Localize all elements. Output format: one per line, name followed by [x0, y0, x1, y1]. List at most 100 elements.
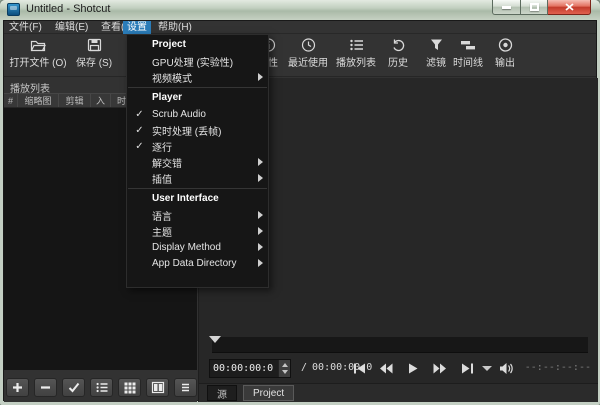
menu-item-language[interactable]: 语言	[127, 207, 268, 223]
duration-separator: /	[301, 362, 307, 373]
filters-label: 滤镜	[426, 54, 446, 69]
check-icon: ✓	[127, 109, 152, 120]
main-toolbar: 打开文件 (O) 保存 (S) 属性 最近使用 播放列表 历史	[4, 34, 596, 77]
submenu-arrow-icon	[258, 243, 263, 251]
menu-separator	[127, 85, 268, 90]
menu-help[interactable]: 帮助(H)	[154, 21, 196, 34]
recent-button[interactable]: 最近使用	[284, 38, 332, 69]
menu-edit[interactable]: 编辑(E)	[51, 21, 92, 34]
submenu-arrow-icon	[258, 73, 263, 81]
column-in[interactable]: 入	[91, 94, 111, 107]
open-file-label: 打开文件 (O)	[9, 54, 66, 69]
minimize-button[interactable]	[492, 0, 521, 15]
transport-controls	[349, 361, 477, 376]
history-button[interactable]: 历史	[380, 38, 416, 69]
menu-item-deinterlacer[interactable]: 解交错	[127, 154, 268, 170]
menu-item-app-data-directory[interactable]: App Data Directory	[127, 255, 268, 271]
minimize-icon	[502, 6, 511, 9]
submenu-arrow-icon	[258, 211, 263, 219]
menu-item-video-mode[interactable]: 视频模式	[127, 69, 268, 85]
tab-project[interactable]: Project	[243, 385, 294, 401]
view-icons-button[interactable]	[146, 378, 169, 397]
close-button[interactable]	[548, 0, 591, 15]
column-clip[interactable]: 剪辑	[59, 94, 91, 107]
menu-item-scrub-audio[interactable]: ✓ Scrub Audio	[127, 106, 268, 122]
close-icon	[565, 3, 574, 11]
menu-item-realtime[interactable]: ✓ 实时处理 (丢帧)	[127, 122, 268, 138]
playlist-button[interactable]: 播放列表	[332, 38, 380, 69]
menubar: 文件(F) 编辑(E) 查看(V) 设置 帮助(H)	[4, 21, 596, 34]
playlist-menu-button[interactable]	[174, 378, 197, 397]
menu-section-player: Player	[127, 90, 268, 106]
menu-file[interactable]: 文件(F)	[5, 21, 46, 34]
settings-dropdown-menu: Project GPU处理 (实验性) 视频模式 Player ✓ Scrub …	[126, 34, 269, 288]
spin-up-icon[interactable]	[282, 363, 288, 367]
titlebar[interactable]: Untitled - Shotcut	[0, 0, 600, 20]
position-spinbox[interactable]: 00:00:00:0	[209, 359, 291, 378]
playlist-label: 播放列表	[336, 54, 376, 69]
skip-to-end-button[interactable]	[457, 361, 477, 376]
player-tabs: 源 Project	[199, 383, 598, 402]
playhead-marker-icon[interactable]	[209, 336, 221, 343]
playlist-add-button[interactable]	[6, 378, 29, 397]
plus-icon	[12, 382, 23, 393]
columns-icon	[152, 382, 164, 393]
history-icon	[391, 38, 406, 52]
position-value[interactable]: 00:00:00:0	[210, 360, 278, 377]
player-scrubber[interactable]	[212, 337, 588, 353]
column-thumbnail[interactable]: 缩略图	[18, 94, 59, 107]
window-title: Untitled - Shotcut	[26, 3, 110, 15]
detail-list-icon	[96, 382, 108, 393]
shotcut-window: Untitled - Shotcut 文件(F) 编辑(E) 查看(V) 设置 …	[0, 0, 600, 405]
tab-source[interactable]: 源	[207, 385, 237, 401]
submenu-arrow-icon	[258, 158, 263, 166]
rewind-button[interactable]	[376, 361, 396, 376]
minus-icon	[40, 382, 51, 393]
timeline-label: 时间线	[453, 54, 483, 69]
playlist-update-button[interactable]	[62, 378, 85, 397]
play-icon	[408, 363, 418, 374]
play-button[interactable]	[403, 361, 423, 376]
skip-to-start-button[interactable]	[349, 361, 369, 376]
view-tiles-button[interactable]	[118, 378, 141, 397]
save-icon	[87, 38, 102, 52]
menu-item-progressive[interactable]: ✓ 逐行	[127, 138, 268, 154]
save-label: 保存 (S)	[76, 54, 112, 69]
fast-forward-button[interactable]	[430, 361, 450, 376]
timeline-icon	[460, 38, 476, 52]
save-button[interactable]: 保存 (S)	[72, 38, 116, 69]
export-label: 输出	[495, 54, 515, 69]
position-spinner	[278, 360, 290, 377]
volume-controls	[482, 361, 514, 376]
menu-item-theme[interactable]: 主题	[127, 223, 268, 239]
playlist-remove-button[interactable]	[34, 378, 57, 397]
list-icon	[349, 38, 364, 52]
volume-icon[interactable]	[499, 362, 514, 375]
view-details-button[interactable]	[90, 378, 113, 397]
check-icon: ✓	[127, 125, 152, 136]
maximize-icon	[530, 3, 539, 11]
maximize-button[interactable]	[521, 0, 548, 15]
check-icon: ✓	[127, 141, 152, 152]
check-icon	[68, 382, 80, 393]
export-button[interactable]: 输出	[486, 38, 524, 69]
recent-label: 最近使用	[288, 54, 328, 69]
skip-start-icon	[353, 363, 366, 374]
grid-icon	[124, 382, 136, 393]
menu-section-project: Project	[127, 37, 268, 53]
timeline-button[interactable]: 时间线	[446, 38, 490, 69]
menu-section-user-interface: User Interface	[127, 191, 268, 207]
window-controls	[492, 0, 591, 15]
skip-end-icon	[461, 363, 474, 374]
submenu-arrow-icon	[258, 227, 263, 235]
player-menu-caret-icon[interactable]	[482, 366, 492, 371]
menu-item-interpolation[interactable]: 插值	[127, 170, 268, 186]
spin-down-icon[interactable]	[282, 370, 288, 374]
column-index[interactable]: #	[4, 94, 18, 107]
submenu-arrow-icon	[258, 259, 263, 267]
open-file-button[interactable]: 打开文件 (O)	[9, 38, 67, 69]
menu-item-gpu[interactable]: GPU处理 (实验性)	[127, 53, 268, 69]
clock-icon	[301, 38, 316, 52]
menu-settings[interactable]: 设置	[123, 21, 151, 34]
menu-item-display-method[interactable]: Display Method	[127, 239, 268, 255]
